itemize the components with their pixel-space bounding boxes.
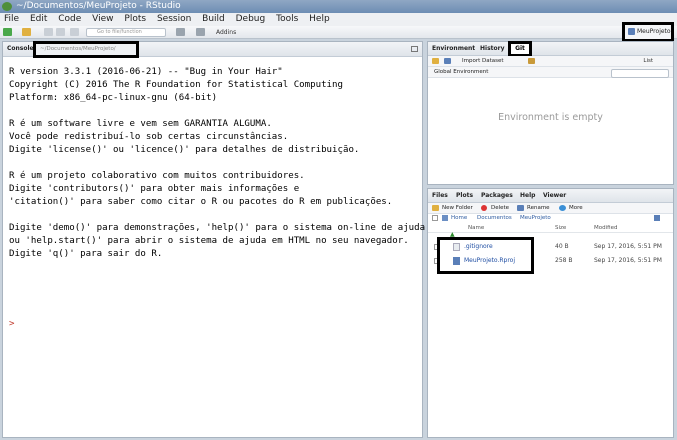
new-folder-icon xyxy=(432,205,439,211)
project-menu-button[interactable]: MeuProjeto xyxy=(622,22,674,42)
save-all-icon[interactable] xyxy=(56,28,65,36)
console-line: 'citation()' para saber como citar o R o… xyxy=(9,197,393,207)
file-size: 258 B xyxy=(555,257,573,264)
breadcrumb-documentos[interactable]: Documentos xyxy=(477,213,512,223)
maximize-pane-icon[interactable] xyxy=(411,46,418,52)
global-environment-selector[interactable]: Global Environment xyxy=(434,67,488,78)
import-dataset-button[interactable]: Import Dataset xyxy=(462,56,504,67)
console-line: ou 'help.start()' para abrir o sistema d… xyxy=(9,236,409,246)
files-tab-bar: Files Plots Packages Help Viewer xyxy=(428,189,673,203)
console-line: Copyright (C) 2016 The R Foundation for … xyxy=(9,80,343,90)
main-toolbar: Go to file/function Addins xyxy=(0,26,677,39)
addins-button[interactable]: Addins xyxy=(216,27,236,38)
console-pane: Console ~/Documentos/MeuProjeto/ R versi… xyxy=(2,41,431,438)
file-modified: Sep 17, 2016, 5:51 PM xyxy=(594,257,662,264)
environment-search-input[interactable] xyxy=(611,69,669,78)
console-line: R é um projeto colaborativo com muitos c… xyxy=(9,171,305,181)
console-line: Digite 'license()' ou 'licence()' para d… xyxy=(9,145,360,155)
print-icon[interactable] xyxy=(70,28,79,36)
files-highlight-box xyxy=(437,237,534,274)
console-working-directory[interactable]: ~/Documentos/MeuProjeto/ xyxy=(33,41,139,58)
save-icon[interactable] xyxy=(44,28,53,36)
console-tab-bar: Console ~/Documentos/MeuProjeto/ xyxy=(3,41,422,58)
menu-code[interactable]: Code xyxy=(54,13,85,26)
menu-tools[interactable]: Tools xyxy=(272,13,302,26)
column-modified[interactable]: Modified xyxy=(594,224,617,233)
more-gear-icon xyxy=(559,205,566,211)
breadcrumb-meuprojeto[interactable]: MeuProjeto xyxy=(520,213,551,223)
menu-build[interactable]: Build xyxy=(198,13,229,26)
files-pane: Files Plots Packages Help Viewer New Fol… xyxy=(427,188,674,438)
console-line: Você pode redistribuí-lo sob certas circ… xyxy=(9,132,289,142)
environment-empty-message: Environment is empty xyxy=(498,112,603,123)
files-table-header: Name Size Modified xyxy=(428,224,673,233)
save-workspace-icon[interactable] xyxy=(444,58,451,64)
new-file-icon[interactable] xyxy=(3,28,12,36)
breadcrumb: Home Documentos MeuProjeto xyxy=(428,213,673,223)
menu-plots[interactable]: Plots xyxy=(120,13,150,26)
tab-packages[interactable]: Packages xyxy=(481,189,513,203)
select-all-checkbox[interactable] xyxy=(432,215,438,221)
console-line: Platform: x86_64-pc-linux-gnu (64-bit) xyxy=(9,93,218,103)
load-workspace-icon[interactable] xyxy=(432,58,439,64)
column-size[interactable]: Size xyxy=(555,224,566,233)
menu-view[interactable]: View xyxy=(88,13,117,26)
tab-files[interactable]: Files xyxy=(432,189,448,203)
console-line: R version 3.3.1 (2016-06-21) -- "Bug in … xyxy=(9,67,283,77)
breadcrumb-home[interactable]: Home xyxy=(451,213,467,223)
tab-viewer[interactable]: Viewer xyxy=(543,189,566,203)
tab-history[interactable]: History xyxy=(480,42,505,56)
tab-plots[interactable]: Plots xyxy=(456,189,473,203)
rstudio-app-icon xyxy=(2,2,12,11)
environment-toolbar: Import Dataset xyxy=(428,56,673,67)
menu-session[interactable]: Session xyxy=(153,13,195,26)
project-label: MeuProjeto xyxy=(637,28,671,35)
menu-file[interactable]: File xyxy=(0,13,23,26)
file-size: 40 B xyxy=(555,243,569,250)
tab-help[interactable]: Help xyxy=(520,189,535,203)
clear-workspace-icon[interactable] xyxy=(528,58,535,64)
menu-edit[interactable]: Edit xyxy=(26,13,51,26)
window-title-bar: ~/Documentos/MeuProjeto - RStudio xyxy=(0,0,677,13)
column-name[interactable]: Name xyxy=(468,224,484,233)
list-view-toggle[interactable]: List xyxy=(643,58,653,64)
menu-bar: File Edit Code View Plots Session Build … xyxy=(0,13,677,26)
project-files-icon[interactable] xyxy=(654,215,660,221)
tab-console[interactable]: Console xyxy=(7,44,34,54)
console-line: Digite 'q()' para sair do R. xyxy=(9,249,163,259)
console-output: R version 3.3.1 (2016-06-21) -- "Bug in … xyxy=(9,66,431,261)
version-control-icon[interactable] xyxy=(176,28,185,36)
project-icon xyxy=(628,28,635,35)
delete-icon xyxy=(481,205,487,211)
tab-environment[interactable]: Environment xyxy=(432,42,475,56)
console-line: Digite 'contributors()' para obter mais … xyxy=(9,184,300,194)
home-icon xyxy=(442,215,448,221)
grid-layout-icon[interactable] xyxy=(196,28,205,36)
environment-tab-bar: Environment History Git xyxy=(428,41,673,57)
window-title: ~/Documentos/MeuProjeto - RStudio xyxy=(16,1,181,11)
environment-pane: Environment History Git Import Dataset L… xyxy=(427,41,674,185)
tab-git[interactable]: Git xyxy=(508,41,532,57)
open-project-icon[interactable] xyxy=(22,28,31,36)
menu-help[interactable]: Help xyxy=(305,13,334,26)
console-prompt[interactable]: > xyxy=(9,319,14,329)
file-modified: Sep 17, 2016, 5:51 PM xyxy=(594,243,662,250)
console-line: Digite 'demo()' para demonstrações, 'hel… xyxy=(9,223,431,233)
menu-debug[interactable]: Debug xyxy=(232,13,270,26)
go-to-file-input[interactable]: Go to file/function xyxy=(86,28,166,37)
rename-icon xyxy=(517,205,524,211)
console-line: R é um software livre e vem sem GARANTIA… xyxy=(9,119,272,129)
